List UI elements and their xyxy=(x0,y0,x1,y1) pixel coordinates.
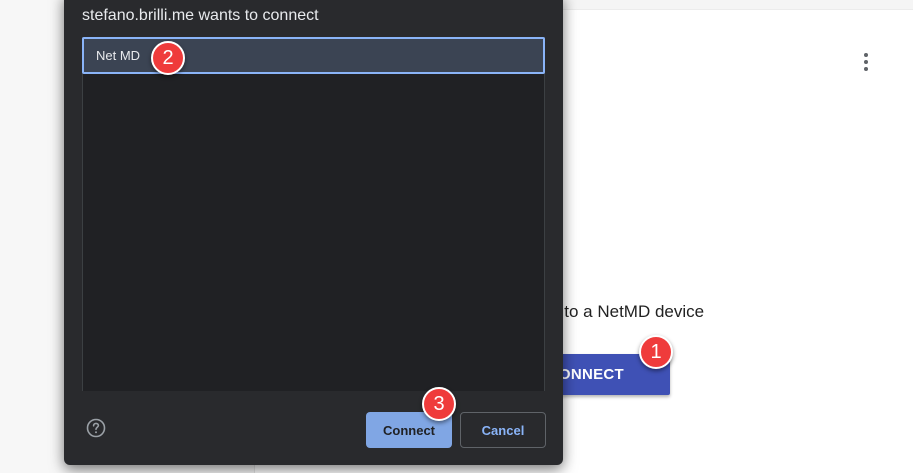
menu-dot xyxy=(864,53,868,57)
step-marker-2: 2 xyxy=(151,41,185,75)
menu-dot xyxy=(864,60,868,64)
step-marker-1: 1 xyxy=(639,335,673,369)
step-marker-3: 3 xyxy=(422,387,456,421)
device-list: Net MD xyxy=(82,37,545,391)
dialog-title: stefano.brilli.me wants to connect xyxy=(82,7,319,24)
menu-dot xyxy=(864,67,868,71)
device-chooser-dialog: stefano.brilli.me wants to connect Net M… xyxy=(64,0,563,465)
help-circle-icon[interactable] xyxy=(86,418,106,438)
more-vert-icon[interactable] xyxy=(856,50,876,74)
dialog-cancel-button[interactable]: Cancel xyxy=(460,412,546,448)
device-name: Net MD xyxy=(96,48,141,63)
